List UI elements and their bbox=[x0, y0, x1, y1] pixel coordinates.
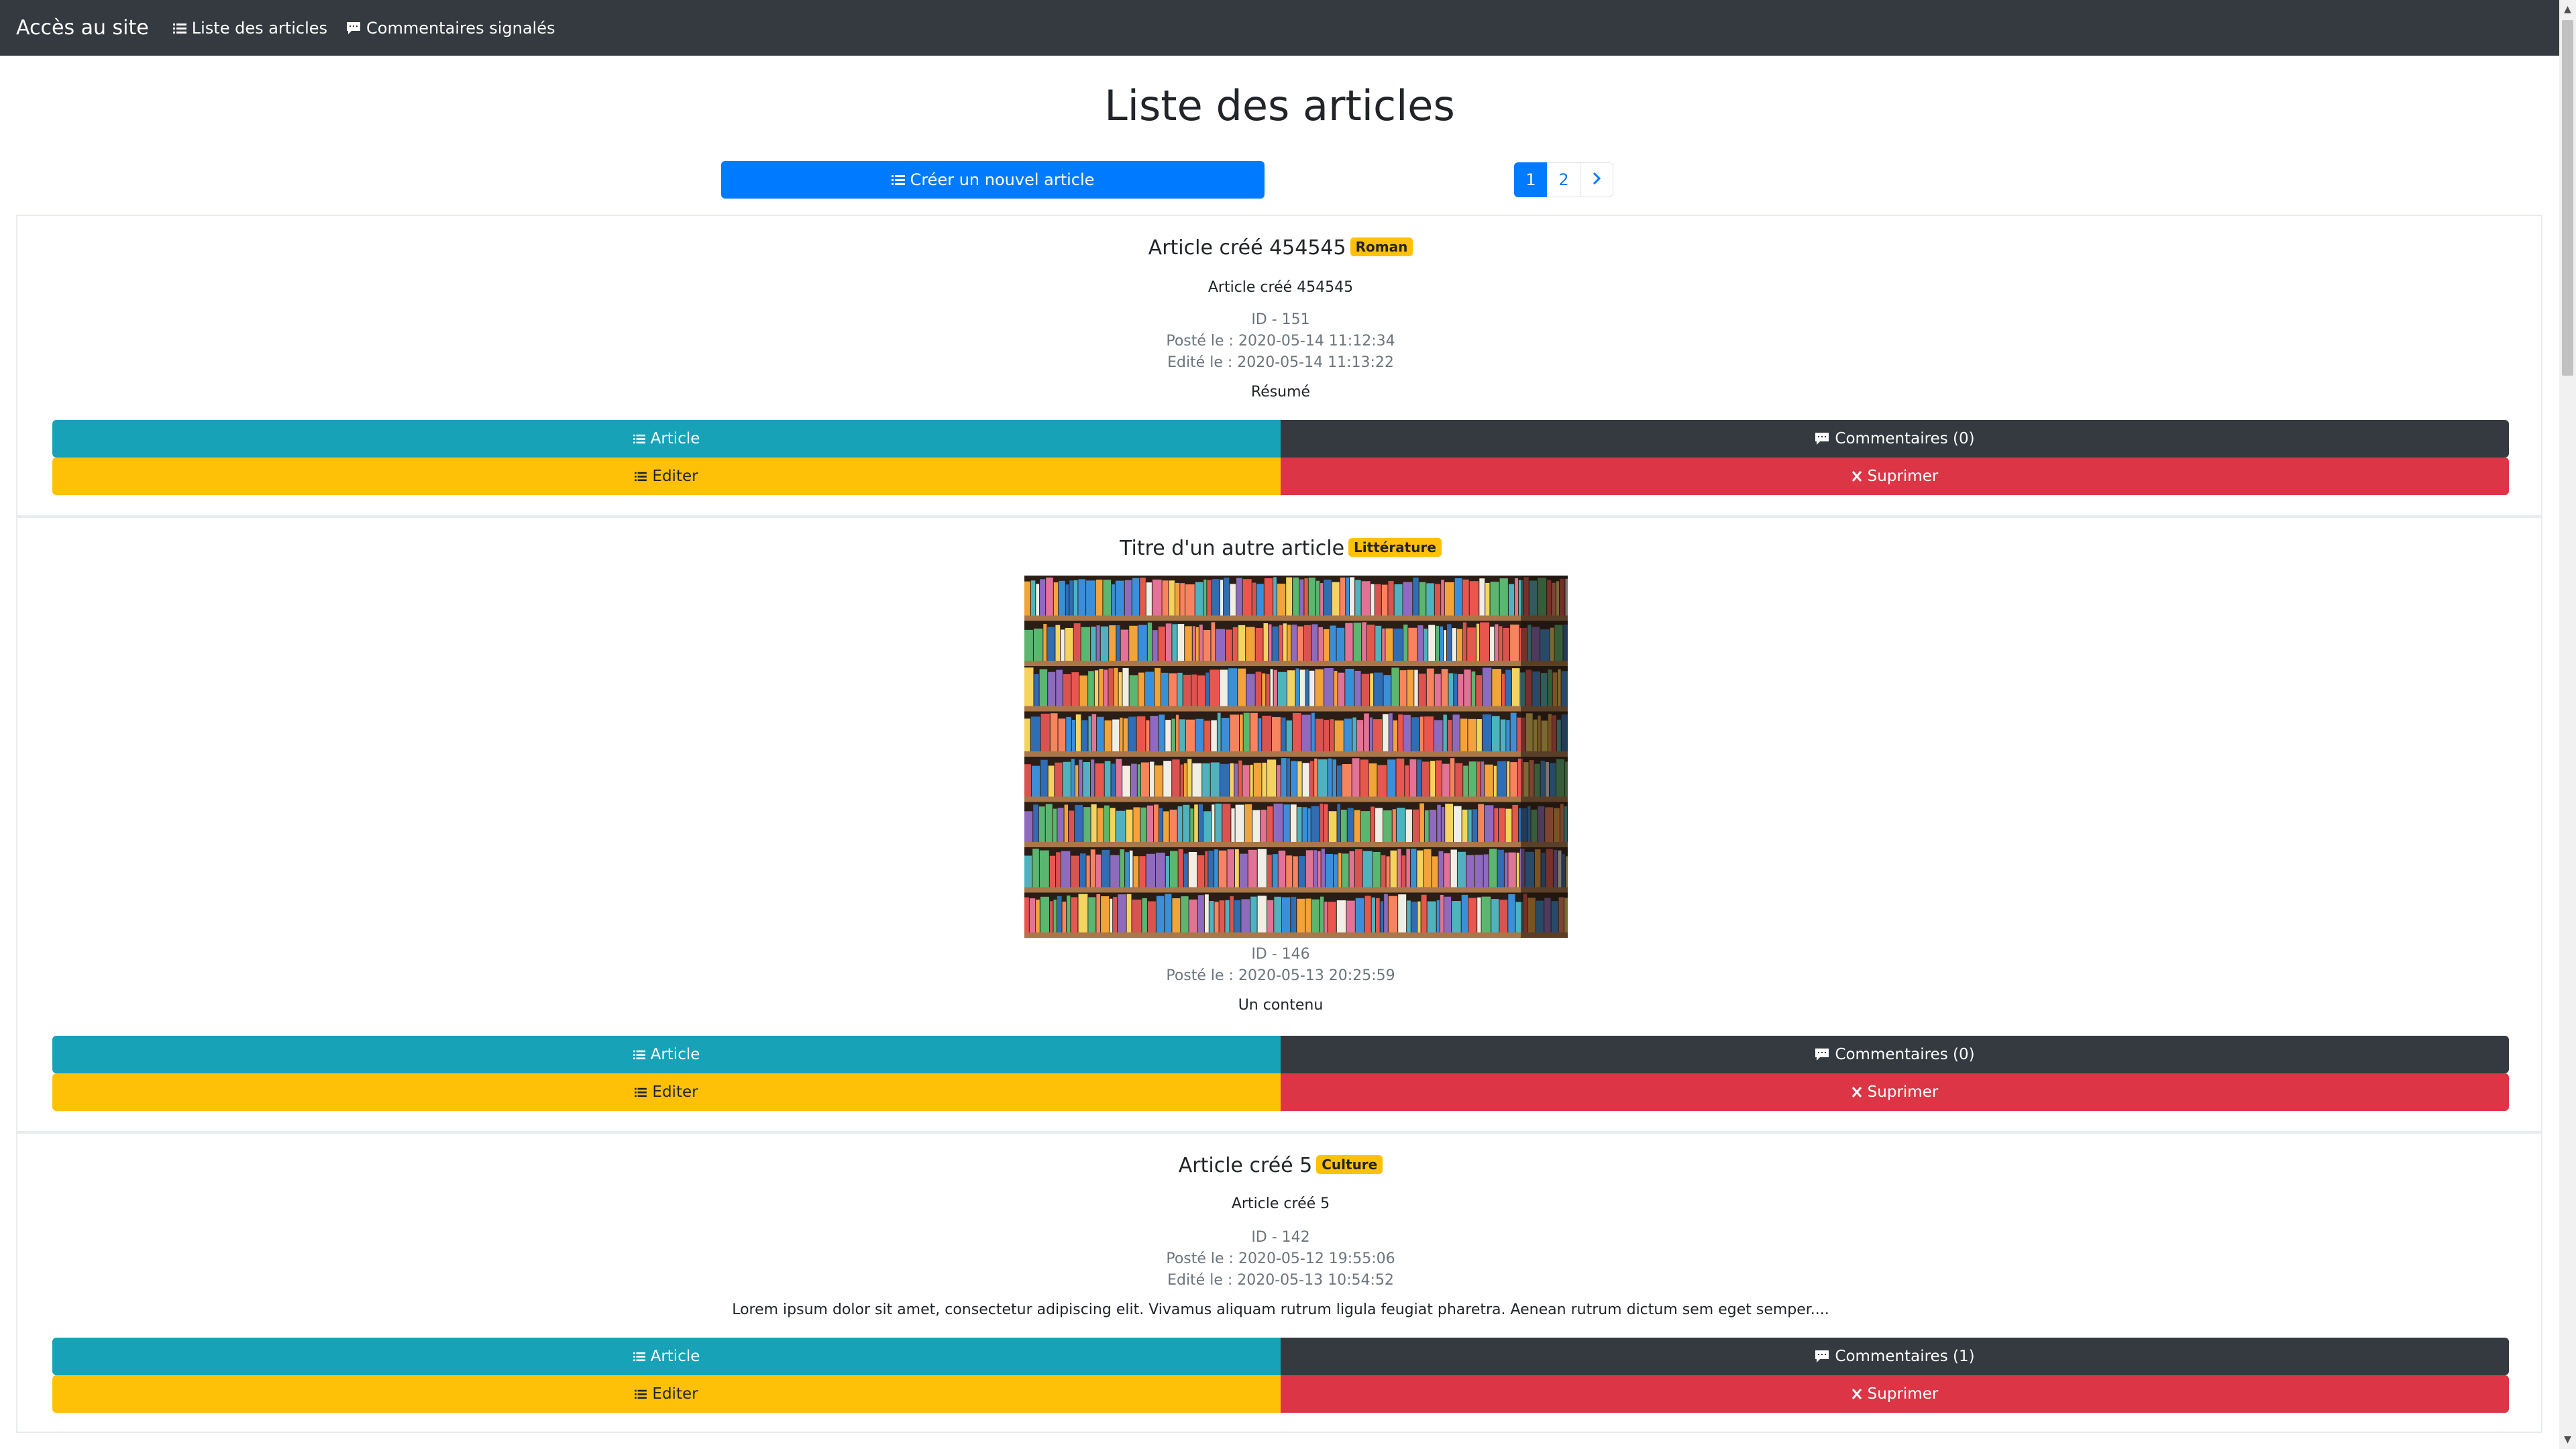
article-subtitle: Article créé 5 bbox=[1231, 1195, 1330, 1212]
article-title: Article créé 5 Culture bbox=[52, 1154, 2509, 1177]
article-id: ID - 146 bbox=[1251, 946, 1310, 963]
edit-article-button[interactable]: Editer bbox=[52, 1375, 1281, 1413]
delete-article-button[interactable]: Suprimer bbox=[1281, 1073, 2509, 1111]
nav-link-reported-comments-label: Commentaires signalés bbox=[366, 18, 555, 38]
comments-button[interactable]: Commentaires (0) bbox=[1281, 420, 2509, 458]
article-posted-date: Posté le : 2020-05-13 20:25:59 bbox=[1166, 967, 1395, 984]
category-badge: Culture bbox=[1316, 1155, 1383, 1174]
x-icon bbox=[1851, 1086, 1862, 1098]
category-badge: Roman bbox=[1350, 237, 1413, 256]
article-posted-date: Posté le : 2020-05-14 11:12:34 bbox=[1166, 333, 1395, 350]
create-article-button[interactable]: Créer un nouvel article bbox=[721, 161, 1265, 199]
delete-article-label: Suprimer bbox=[1867, 468, 1939, 485]
list-icon bbox=[633, 1049, 645, 1060]
article-card: Article créé 5 Culture Article créé 5 ID … bbox=[16, 1132, 2542, 1433]
page-title: Liste des articles bbox=[1104, 81, 1455, 130]
article-title-text: Titre d'un autre article bbox=[1120, 537, 1345, 560]
x-icon bbox=[1851, 1388, 1862, 1400]
page-next-button[interactable] bbox=[1580, 162, 1613, 197]
article-actions-top: Article Commentaires (1) bbox=[52, 1338, 2509, 1375]
scroll-down-arrow-icon[interactable]: ▼ bbox=[2559, 1432, 2576, 1448]
delete-article-button[interactable]: Suprimer bbox=[1281, 1375, 2509, 1413]
list-icon bbox=[635, 471, 647, 482]
comments-label: Commentaires (1) bbox=[1835, 1348, 1975, 1365]
nav-link-articles[interactable]: Liste des articles bbox=[172, 18, 327, 38]
edit-article-label: Editer bbox=[652, 1083, 698, 1101]
list-icon bbox=[635, 1087, 647, 1097]
edit-article-button[interactable]: Editer bbox=[52, 458, 1281, 495]
nav-link-articles-label: Liste des articles bbox=[191, 18, 327, 38]
article-actions-top: Article Commentaires (0) bbox=[52, 420, 2509, 458]
article-id: ID - 151 bbox=[1251, 311, 1310, 328]
list-icon bbox=[633, 1351, 645, 1362]
comments-label: Commentaires (0) bbox=[1835, 430, 1975, 447]
view-article-button[interactable]: Article bbox=[52, 420, 1281, 458]
top-navbar: Accès au site Liste des articles Comment… bbox=[0, 0, 2559, 56]
comments-button[interactable]: Commentaires (0) bbox=[1281, 1036, 2509, 1073]
create-article-label: Créer un nouvel article bbox=[910, 170, 1095, 189]
list-icon bbox=[635, 1389, 647, 1399]
article-title: Titre d'un autre article Littérature bbox=[52, 537, 2509, 560]
article-actions-top: Article Commentaires (0) bbox=[52, 1036, 2509, 1073]
article-title-text: Article créé 5 bbox=[1178, 1154, 1313, 1177]
site-brand-link[interactable]: Accès au site bbox=[16, 16, 149, 40]
comments-label: Commentaires (0) bbox=[1835, 1046, 1975, 1063]
article-edited-date: Edité le : 2020-05-14 11:13:22 bbox=[1167, 354, 1394, 371]
article-title-text: Article créé 454545 bbox=[1148, 236, 1346, 260]
comment-icon bbox=[1815, 432, 1829, 445]
article-title: Article créé 454545 Roman bbox=[52, 236, 2509, 260]
comment-icon bbox=[346, 21, 361, 35]
article-actions-bottom: Editer Suprimer bbox=[52, 458, 2509, 495]
edit-article-label: Editer bbox=[652, 1385, 698, 1403]
nav-link-reported-comments[interactable]: Commentaires signalés bbox=[346, 19, 555, 38]
edit-article-button[interactable]: Editer bbox=[52, 1073, 1281, 1111]
list-icon bbox=[172, 22, 186, 34]
view-article-label: Article bbox=[650, 1046, 700, 1063]
view-article-label: Article bbox=[650, 430, 700, 447]
page-link-1[interactable]: 1 bbox=[1514, 162, 1548, 197]
view-article-label: Article bbox=[650, 1348, 700, 1365]
article-posted-date: Posté le : 2020-05-12 19:55:06 bbox=[1166, 1250, 1395, 1267]
article-id: ID - 142 bbox=[1251, 1229, 1310, 1246]
list-icon bbox=[633, 433, 645, 444]
article-actions-bottom: Editer Suprimer bbox=[52, 1073, 2509, 1111]
edit-article-label: Editer bbox=[652, 468, 698, 485]
delete-article-label: Suprimer bbox=[1867, 1083, 1939, 1101]
delete-article-button[interactable]: Suprimer bbox=[1281, 458, 2509, 495]
delete-article-label: Suprimer bbox=[1867, 1385, 1939, 1403]
comment-icon bbox=[1815, 1048, 1829, 1061]
comments-button[interactable]: Commentaires (1) bbox=[1281, 1338, 2509, 1375]
list-icon bbox=[891, 174, 905, 186]
category-badge: Littérature bbox=[1348, 538, 1442, 557]
article-content: Un contenu bbox=[1238, 997, 1324, 1014]
article-actions-bottom: Editer Suprimer bbox=[52, 1375, 2509, 1413]
article-card: Article créé 454545 Roman Article créé 45… bbox=[16, 215, 2542, 517]
view-article-button[interactable]: Article bbox=[52, 1338, 1281, 1375]
scroll-up-arrow-icon[interactable]: ▲ bbox=[2559, 1, 2576, 17]
article-content: Lorem ipsum dolor sit amet, consectetur … bbox=[732, 1301, 1829, 1318]
scrollbar-thumb[interactable] bbox=[2562, 20, 2573, 376]
x-icon bbox=[1851, 470, 1862, 482]
page-link-2[interactable]: 2 bbox=[1547, 162, 1580, 197]
pagination: 1 2 bbox=[1514, 162, 1613, 197]
article-content: Résumé bbox=[1250, 384, 1311, 400]
article-image bbox=[1024, 576, 1568, 938]
article-card: Titre d'un autre article Littérature ID -… bbox=[16, 517, 2542, 1132]
article-subtitle: Article créé 454545 bbox=[1208, 279, 1354, 296]
page-scrollbar[interactable]: ▲ ▼ bbox=[2559, 0, 2576, 1449]
article-edited-date: Edité le : 2020-05-13 10:54:52 bbox=[1167, 1272, 1394, 1289]
comment-icon bbox=[1815, 1350, 1829, 1363]
chevron-right-icon bbox=[1592, 170, 1601, 189]
bookshelf-image bbox=[1024, 576, 1568, 938]
view-article-button[interactable]: Article bbox=[52, 1036, 1281, 1073]
